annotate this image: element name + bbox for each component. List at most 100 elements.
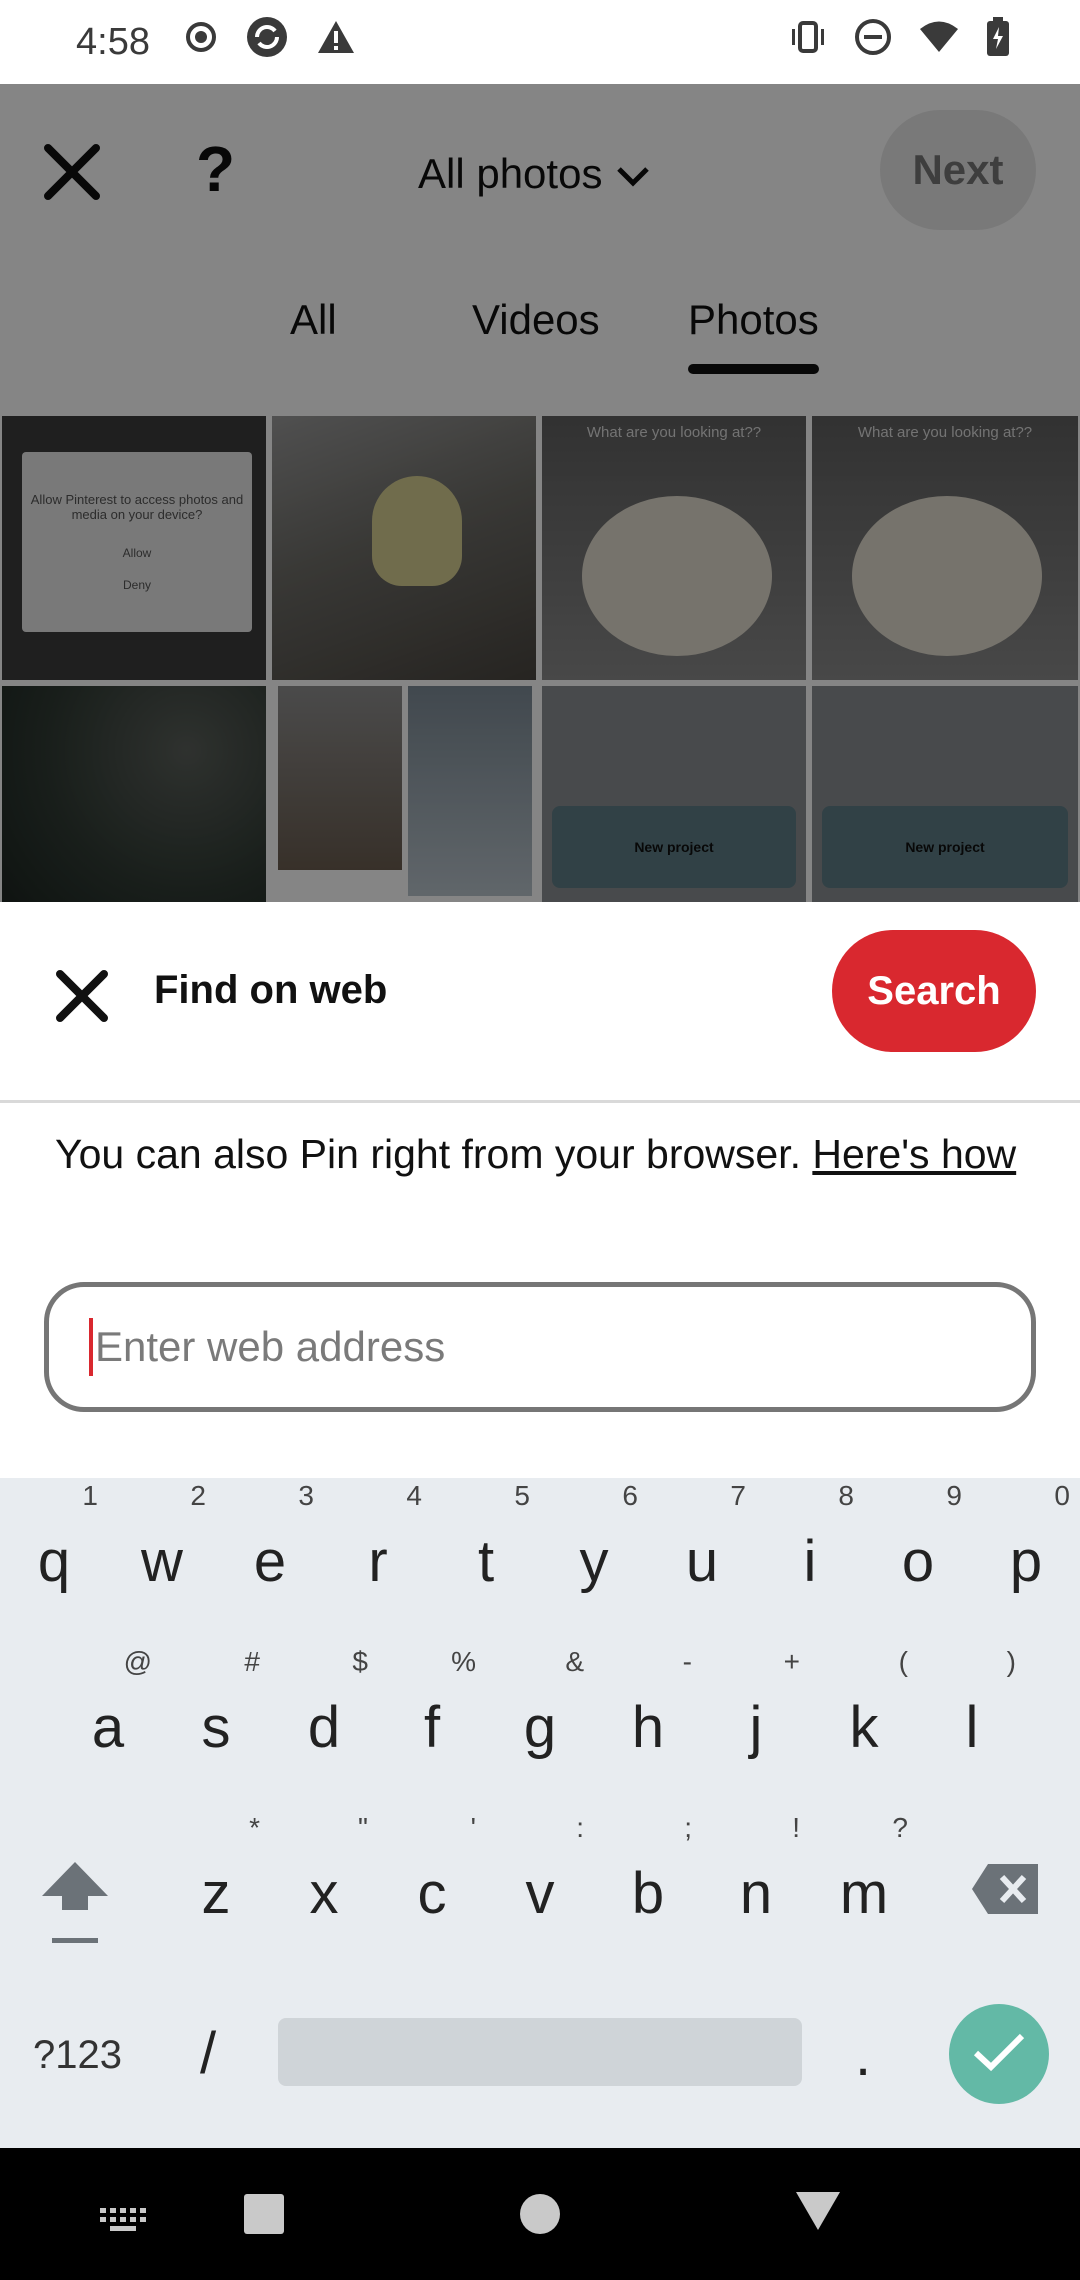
key-label: d <box>307 1695 341 1760</box>
period-key[interactable]: . <box>855 2022 871 2089</box>
key-hint: $ <box>352 1646 368 1677</box>
shift-key[interactable] <box>38 1858 112 1948</box>
slash-key[interactable]: / <box>200 2020 216 2087</box>
close-icon[interactable] <box>52 966 112 1026</box>
key-o[interactable]: 9o <box>864 1480 972 1595</box>
key-hint: ? <box>892 1812 908 1843</box>
key-e[interactable]: 3e <box>216 1480 324 1595</box>
key-hint: * <box>249 1812 260 1843</box>
symbols-key[interactable]: ?123 <box>33 2033 122 2078</box>
key-label: i <box>803 1529 817 1594</box>
key-v[interactable]: :v <box>486 1812 594 1927</box>
info-text: You can also Pin right from your browser… <box>55 1131 813 1177</box>
key-q[interactable]: 1q <box>0 1480 108 1595</box>
key-label: r <box>368 1529 388 1594</box>
key-label: w <box>141 1529 183 1594</box>
status-bar: 4:58 <box>0 0 1080 84</box>
warning-icon <box>316 19 356 65</box>
key-hint: 1 <box>82 1480 98 1511</box>
key-label: t <box>477 1529 495 1594</box>
key-label: s <box>201 1695 231 1760</box>
recents-button[interactable] <box>244 2194 284 2234</box>
key-h[interactable]: -h <box>594 1646 702 1761</box>
key-hint: 8 <box>838 1480 854 1511</box>
key-x[interactable]: " x <box>270 1812 378 1927</box>
key-label: a <box>91 1695 125 1760</box>
key-label: l <box>965 1695 979 1760</box>
key-k[interactable]: (k <box>810 1646 918 1761</box>
text-cursor <box>89 1318 93 1376</box>
key-hint: 0 <box>1054 1480 1070 1511</box>
key-label: h <box>631 1695 665 1760</box>
web-address-input[interactable]: Enter web address <box>44 1282 1036 1412</box>
key-r[interactable]: 4r <box>324 1480 432 1595</box>
done-key[interactable] <box>949 2004 1049 2104</box>
backspace-key[interactable] <box>970 1862 1040 1916</box>
key-l[interactable]: ) l <box>918 1646 1026 1761</box>
sheet-title: Find on web <box>154 968 388 1012</box>
key-label: e <box>253 1529 287 1594</box>
key-label: y <box>579 1529 609 1594</box>
home-button[interactable] <box>520 2194 560 2234</box>
sync-icon <box>244 14 290 70</box>
key-c[interactable]: ' c <box>378 1812 486 1927</box>
key-hint: + <box>783 1646 800 1677</box>
key-g[interactable]: & g <box>486 1646 594 1761</box>
key-hint: ' <box>470 1812 476 1843</box>
key-label: g <box>523 1695 557 1760</box>
key-label: o <box>901 1529 935 1594</box>
key-hint: 3 <box>298 1480 314 1511</box>
key-hint: 7 <box>730 1480 746 1511</box>
key-label: n <box>739 1861 773 1926</box>
key-label: u <box>685 1529 719 1594</box>
back-button[interactable] <box>796 2192 840 2230</box>
key-label: x <box>309 1861 339 1926</box>
key-label: m <box>839 1861 889 1926</box>
key-j[interactable]: + j <box>702 1646 810 1761</box>
vibrate-icon <box>788 20 828 64</box>
keyboard-switch-icon[interactable] <box>100 2208 148 2239</box>
key-t[interactable]: 5t <box>432 1480 540 1595</box>
key-d[interactable]: $ d <box>270 1646 378 1761</box>
dim-overlay[interactable] <box>0 84 1080 902</box>
key-s[interactable]: # s <box>162 1646 270 1761</box>
key-b[interactable]: ; b <box>594 1812 702 1927</box>
key-label: j <box>749 1695 763 1760</box>
key-i[interactable]: 8i <box>756 1480 864 1595</box>
photo-picker-background: ? All photos Next All Videos Photos Allo… <box>0 84 1080 902</box>
status-time: 4:58 <box>76 20 150 63</box>
key-z[interactable]: * z <box>162 1812 270 1927</box>
key-hint: 6 <box>622 1480 638 1511</box>
search-button[interactable]: Search <box>832 930 1036 1052</box>
record-icon <box>184 20 218 64</box>
key-hint: " <box>358 1812 368 1843</box>
key-label: z <box>201 1861 231 1926</box>
key-u[interactable]: 7u <box>648 1480 756 1595</box>
key-a[interactable]: @ a <box>54 1646 162 1761</box>
key-hint: ( <box>898 1646 908 1677</box>
key-y[interactable]: 6y <box>540 1480 648 1595</box>
key-w[interactable]: 2w <box>108 1480 216 1595</box>
key-label: c <box>417 1861 447 1926</box>
key-hint: & <box>565 1646 584 1677</box>
key-label: f <box>423 1695 441 1760</box>
key-f[interactable]: % f <box>378 1646 486 1761</box>
key-n[interactable]: ! n <box>702 1812 810 1927</box>
key-label: k <box>849 1695 879 1760</box>
key-hint: 9 <box>946 1480 962 1511</box>
divider <box>0 1100 1080 1103</box>
key-m[interactable]: ? m <box>810 1812 918 1927</box>
find-on-web-sheet: Find on web Search You can also Pin righ… <box>0 902 1080 1478</box>
key-p[interactable]: 0p <box>972 1480 1080 1595</box>
key-hint: ; <box>684 1812 692 1843</box>
key-hint: @ <box>123 1646 152 1677</box>
key-hint: 4 <box>406 1480 422 1511</box>
space-key[interactable] <box>278 2018 802 2086</box>
heres-how-link[interactable]: Here's how <box>812 1131 1016 1177</box>
key-hint: ! <box>792 1812 800 1843</box>
key-label: p <box>1009 1529 1043 1594</box>
do-not-disturb-icon <box>854 18 892 66</box>
checkmark-icon <box>972 2031 1026 2078</box>
key-hint: - <box>682 1646 692 1677</box>
key-hint: : <box>576 1812 584 1843</box>
